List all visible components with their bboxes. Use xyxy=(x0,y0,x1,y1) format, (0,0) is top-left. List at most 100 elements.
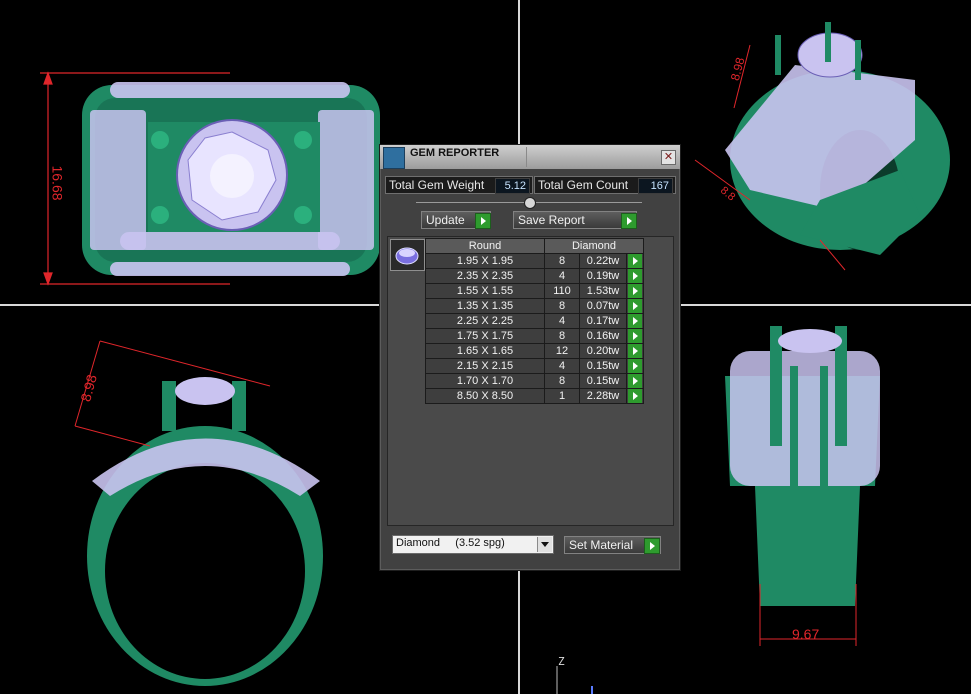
total-gem-count-label: Total Gem Count xyxy=(538,178,629,192)
play-arrow-icon xyxy=(628,284,642,298)
material-select[interactable]: Diamond (3.52 spg) xyxy=(392,535,554,554)
gem-list: Round Diamond 1.95 X 1.95 8 0.22tw 2.35 … xyxy=(387,236,674,526)
dialog-titlebar[interactable]: GEM REPORTER ✕ xyxy=(380,145,680,169)
play-arrow-icon xyxy=(475,213,491,229)
row-select-button[interactable] xyxy=(626,313,644,329)
column-header-shape: Round xyxy=(425,238,545,254)
table-row[interactable]: 1.75 X 1.75 8 0.16tw xyxy=(425,328,644,344)
table-row[interactable]: 2.15 X 2.15 4 0.15tw xyxy=(425,358,644,374)
play-arrow-icon xyxy=(628,329,642,343)
save-report-button[interactable]: Save Report xyxy=(513,211,637,229)
table-row[interactable]: 2.35 X 2.35 4 0.19tw xyxy=(425,268,644,284)
row-select-button[interactable] xyxy=(626,328,644,344)
gem-size: 2.25 X 2.25 xyxy=(425,313,545,329)
row-select-button[interactable] xyxy=(626,388,644,404)
gem-weight: 2.28tw xyxy=(579,388,627,404)
dialog-slider-handle[interactable] xyxy=(524,197,536,209)
table-row[interactable]: 1.95 X 1.95 8 0.22tw xyxy=(425,253,644,269)
gem-size: 1.95 X 1.95 xyxy=(425,253,545,269)
table-row[interactable]: 2.25 X 2.25 4 0.17tw xyxy=(425,313,644,329)
row-select-button[interactable] xyxy=(626,298,644,314)
gem-weight: 0.22tw xyxy=(579,253,627,269)
chevron-down-icon[interactable] xyxy=(537,537,552,552)
gem-size: 1.70 X 1.70 xyxy=(425,373,545,389)
gem-reporter-dialog: GEM REPORTER ✕ Total Gem Weight 5.12 Tot… xyxy=(379,144,681,571)
gem-weight: 0.15tw xyxy=(579,358,627,374)
row-select-button[interactable] xyxy=(626,268,644,284)
ring-back-render xyxy=(725,326,880,606)
play-arrow-icon xyxy=(628,374,642,388)
row-select-button[interactable] xyxy=(626,358,644,374)
table-row[interactable]: 1.55 X 1.55 110 1.53tw xyxy=(425,283,644,299)
titlebar-divider xyxy=(526,147,527,167)
gem-count: 1 xyxy=(544,388,580,404)
gem-reporter-icon xyxy=(383,147,405,169)
row-select-button[interactable] xyxy=(626,253,644,269)
gem-table: Round Diamond 1.95 X 1.95 8 0.22tw 2.35 … xyxy=(425,238,644,404)
axis-z-label: Z xyxy=(558,655,565,668)
gem-weight: 1.53tw xyxy=(579,283,627,299)
ring-side-render xyxy=(87,377,323,686)
round-gem-icon[interactable] xyxy=(390,239,425,271)
material-select-value: Diamond (3.52 spg) xyxy=(396,537,505,549)
total-gem-weight: Total Gem Weight 5.12 xyxy=(385,176,533,194)
gem-weight: 0.15tw xyxy=(579,373,627,389)
play-arrow-icon xyxy=(628,299,642,313)
table-row[interactable]: 1.35 X 1.35 8 0.07tw xyxy=(425,298,644,314)
gem-weight: 0.17tw xyxy=(579,313,627,329)
row-select-button[interactable] xyxy=(626,283,644,299)
dimension-label-front-height: 16.68 xyxy=(49,165,66,201)
update-button-label: Update xyxy=(426,213,465,227)
total-gem-count: Total Gem Count 167 xyxy=(534,176,676,194)
axis-indicator xyxy=(556,666,593,694)
set-material-button[interactable]: Set Material xyxy=(564,536,661,554)
table-row[interactable]: 1.70 X 1.70 8 0.15tw xyxy=(425,373,644,389)
play-arrow-icon xyxy=(644,538,660,554)
gem-count: 8 xyxy=(544,328,580,344)
gem-size: 2.15 X 2.15 xyxy=(425,358,545,374)
ring-perspective-render xyxy=(725,22,950,255)
save-report-button-label: Save Report xyxy=(518,213,585,227)
viewport-back-view[interactable] xyxy=(680,306,971,694)
gem-table-header: Round Diamond xyxy=(425,238,644,254)
total-gem-count-value: 167 xyxy=(638,178,673,194)
gem-count: 110 xyxy=(544,283,580,299)
row-select-button[interactable] xyxy=(626,373,644,389)
gem-count: 8 xyxy=(544,253,580,269)
play-arrow-icon xyxy=(628,389,642,403)
gem-size: 1.55 X 1.55 xyxy=(425,283,545,299)
gem-weight: 0.16tw xyxy=(579,328,627,344)
total-gem-weight-value: 5.12 xyxy=(495,178,530,194)
gem-size: 1.65 X 1.65 xyxy=(425,343,545,359)
dialog-title: GEM REPORTER xyxy=(410,147,500,159)
dimension-label-back-width: 9.67 xyxy=(792,626,820,642)
update-button[interactable]: Update xyxy=(421,211,491,229)
gem-weight: 0.20tw xyxy=(579,343,627,359)
play-arrow-icon xyxy=(628,314,642,328)
gem-count: 8 xyxy=(544,298,580,314)
table-row[interactable]: 1.65 X 1.65 12 0.20tw xyxy=(425,343,644,359)
gem-count: 12 xyxy=(544,343,580,359)
row-select-button[interactable] xyxy=(626,343,644,359)
gem-size: 8.50 X 8.50 xyxy=(425,388,545,404)
gem-size: 1.35 X 1.35 xyxy=(425,298,545,314)
gem-size: 2.35 X 2.35 xyxy=(425,268,545,284)
table-row[interactable]: 8.50 X 8.50 1 2.28tw xyxy=(425,388,644,404)
gem-count: 4 xyxy=(544,358,580,374)
play-arrow-icon xyxy=(621,213,637,229)
play-arrow-icon xyxy=(628,254,642,268)
play-arrow-icon xyxy=(628,359,642,373)
play-arrow-icon xyxy=(628,269,642,283)
set-material-button-label: Set Material xyxy=(569,538,634,552)
gem-weight: 0.19tw xyxy=(579,268,627,284)
gem-count: 4 xyxy=(544,313,580,329)
gem-weight: 0.07tw xyxy=(579,298,627,314)
total-gem-weight-label: Total Gem Weight xyxy=(389,178,485,192)
gem-count: 4 xyxy=(544,268,580,284)
gem-count: 8 xyxy=(544,373,580,389)
play-arrow-icon xyxy=(628,344,642,358)
close-icon[interactable]: ✕ xyxy=(661,150,676,165)
column-header-material: Diamond xyxy=(544,238,644,254)
ring-front-render xyxy=(82,82,380,276)
gem-size: 1.75 X 1.75 xyxy=(425,328,545,344)
